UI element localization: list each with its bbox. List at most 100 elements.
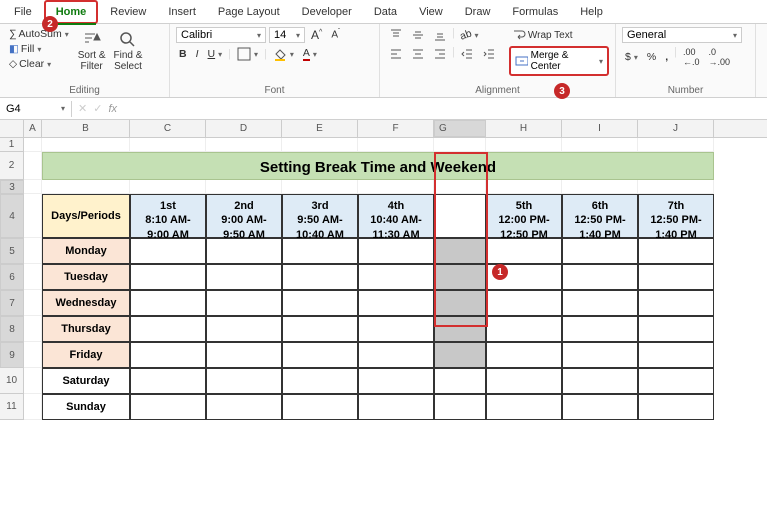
cell-C5[interactable] [130,238,206,264]
tab-pagelayout[interactable]: Page Layout [208,2,290,22]
cell-A10[interactable] [24,368,42,394]
font-size-select[interactable]: 14▾ [269,27,305,43]
cell-C9[interactable] [130,342,206,368]
align-bottom-button[interactable] [430,27,450,43]
row-header-11[interactable]: 11 [0,394,24,420]
tab-developer[interactable]: Developer [292,2,362,22]
cell-E5[interactable] [282,238,358,264]
cell-H8[interactable] [486,316,562,342]
cell-J6[interactable] [638,264,714,290]
row-header-3[interactable]: 3 [0,180,24,194]
col-header-G[interactable]: G [434,120,486,137]
cell-D1[interactable] [206,138,282,152]
cell-B3[interactable] [42,180,130,194]
sort-filter-button[interactable]: Sort & Filter [76,27,108,84]
cell-A9[interactable] [24,342,42,368]
cancel-icon[interactable]: ✕ [78,102,87,115]
cell-A2[interactable] [24,152,42,180]
cell-I9[interactable] [562,342,638,368]
cell-H9[interactable] [486,342,562,368]
font-name-select[interactable]: Calibri▾ [176,27,266,43]
cell-H3[interactable] [486,180,562,194]
cell-D8[interactable] [206,316,282,342]
cell-D3[interactable] [206,180,282,194]
cell-C6[interactable] [130,264,206,290]
row-header-6[interactable]: 6 [0,264,24,290]
cell-F8[interactable] [358,316,434,342]
row-header-1[interactable]: 1 [0,138,24,152]
fill-color-button[interactable]: ▾ [270,46,297,62]
formula-input[interactable] [123,107,767,111]
tab-review[interactable]: Review [100,2,156,22]
cell-I3[interactable] [562,180,638,194]
currency-button[interactable]: $▾ [622,46,641,68]
align-right-button[interactable] [430,46,450,62]
cell-J3[interactable] [638,180,714,194]
cell-G11[interactable] [434,394,486,420]
cell-E10[interactable] [282,368,358,394]
cell-E7[interactable] [282,290,358,316]
increase-indent-button[interactable] [479,46,499,62]
cell-F1[interactable] [358,138,434,152]
cell-J11[interactable] [638,394,714,420]
cell-A7[interactable] [24,290,42,316]
wrap-text-button[interactable]: Wrap Text [509,27,609,43]
percent-button[interactable]: % [644,46,659,68]
tab-draw[interactable]: Draw [455,2,501,22]
cell-G7[interactable] [434,290,486,316]
cell-J5[interactable] [638,238,714,264]
cell-A8[interactable] [24,316,42,342]
cell-J1[interactable] [638,138,714,152]
align-top-button[interactable] [386,27,406,43]
cell-F11[interactable] [358,394,434,420]
cell-I10[interactable] [562,368,638,394]
tab-formulas[interactable]: Formulas [502,2,568,22]
cell-H7[interactable] [486,290,562,316]
col-header-A[interactable]: A [24,120,42,137]
autosum-button[interactable]: ∑AutoSum▾ [6,27,72,41]
cell-C8[interactable] [130,316,206,342]
cell-E9[interactable] [282,342,358,368]
cell-G3[interactable] [434,180,486,194]
decrease-indent-button[interactable] [457,46,477,62]
decrease-decimal-button[interactable]: .0→.00 [706,46,734,68]
font-color-button[interactable]: A▾ [300,46,320,62]
row-header-9[interactable]: 9 [0,342,24,368]
tab-help[interactable]: Help [570,2,613,22]
increase-font-button[interactable]: A^ [308,27,325,43]
row-header-10[interactable]: 10 [0,368,24,394]
row-header-4[interactable]: 4 [0,194,24,238]
cell-H10[interactable] [486,368,562,394]
align-left-button[interactable] [386,46,406,62]
italic-button[interactable]: I [193,47,202,61]
border-button[interactable]: ▾ [234,46,261,62]
row-header-8[interactable]: 8 [0,316,24,342]
cell-C10[interactable] [130,368,206,394]
cell-D7[interactable] [206,290,282,316]
cell-D6[interactable] [206,264,282,290]
cell-F10[interactable] [358,368,434,394]
merge-center-button[interactable]: Merge & Center▾ [509,46,609,76]
decrease-font-button[interactable]: Aˇ [328,28,343,41]
cell-A3[interactable] [24,180,42,194]
number-format-select[interactable]: General▾ [622,27,742,43]
cell-J9[interactable] [638,342,714,368]
cell-I1[interactable] [562,138,638,152]
col-header-B[interactable]: B [42,120,130,137]
col-header-C[interactable]: C [130,120,206,137]
col-header-J[interactable]: J [638,120,714,137]
cell-I5[interactable] [562,238,638,264]
cell-A1[interactable] [24,138,42,152]
cell-H5[interactable] [486,238,562,264]
cell-G6[interactable] [434,264,486,290]
cell-F3[interactable] [358,180,434,194]
cell-A4[interactable] [24,194,42,238]
select-all-corner[interactable] [0,120,24,137]
row-header-7[interactable]: 7 [0,290,24,316]
cell-I11[interactable] [562,394,638,420]
cell-H11[interactable] [486,394,562,420]
row-header-5[interactable]: 5 [0,238,24,264]
cell-D9[interactable] [206,342,282,368]
cell-C7[interactable] [130,290,206,316]
col-header-E[interactable]: E [282,120,358,137]
